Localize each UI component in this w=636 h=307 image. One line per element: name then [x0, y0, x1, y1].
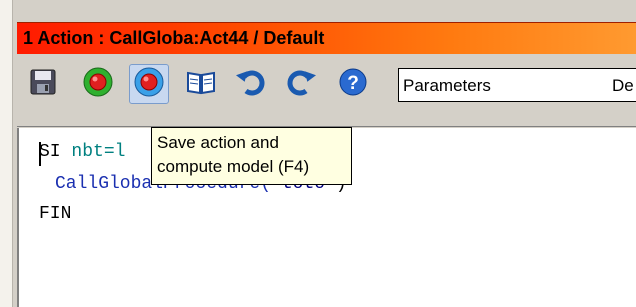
help-button[interactable]: ? [333, 64, 373, 104]
keyword-si: SI [39, 142, 61, 162]
parameters-label: Parameters [403, 76, 491, 95]
toolbar: ? Parameters De [17, 54, 636, 122]
save-button[interactable] [23, 64, 63, 104]
save-compute-button[interactable] [129, 64, 169, 104]
redo-arrow-icon [286, 67, 317, 102]
code-line-3: FIN [39, 204, 72, 224]
book-button[interactable] [181, 64, 221, 104]
svg-text:?: ? [347, 73, 359, 94]
window-title: 1 Action : CallGloba:Act44 / Default [23, 28, 325, 48]
tooltip-line-2: compute model (F4) [157, 157, 310, 176]
variable-text: nbt=l [71, 142, 126, 162]
floppy-disk-icon [30, 69, 56, 100]
green-record-icon [82, 66, 114, 103]
help-question-icon: ? [338, 67, 368, 102]
code-line-1: SI nbt=l [39, 142, 125, 162]
left-window-edge [0, 0, 13, 307]
open-book-icon [186, 69, 216, 100]
run-button[interactable] [78, 64, 118, 104]
parameters-extra-text: De [612, 76, 634, 95]
tooltip-line-1: Save action and [157, 133, 279, 152]
undo-button[interactable] [231, 64, 271, 104]
title-bar[interactable]: 1 Action : CallGloba:Act44 / Default [17, 22, 636, 54]
redo-button[interactable] [281, 64, 321, 104]
save-compute-tooltip: Save action and compute model (F4) [151, 127, 352, 185]
red-record-icon [133, 66, 165, 103]
undo-arrow-icon [235, 67, 266, 102]
parameters-field[interactable]: Parameters De [398, 68, 636, 102]
